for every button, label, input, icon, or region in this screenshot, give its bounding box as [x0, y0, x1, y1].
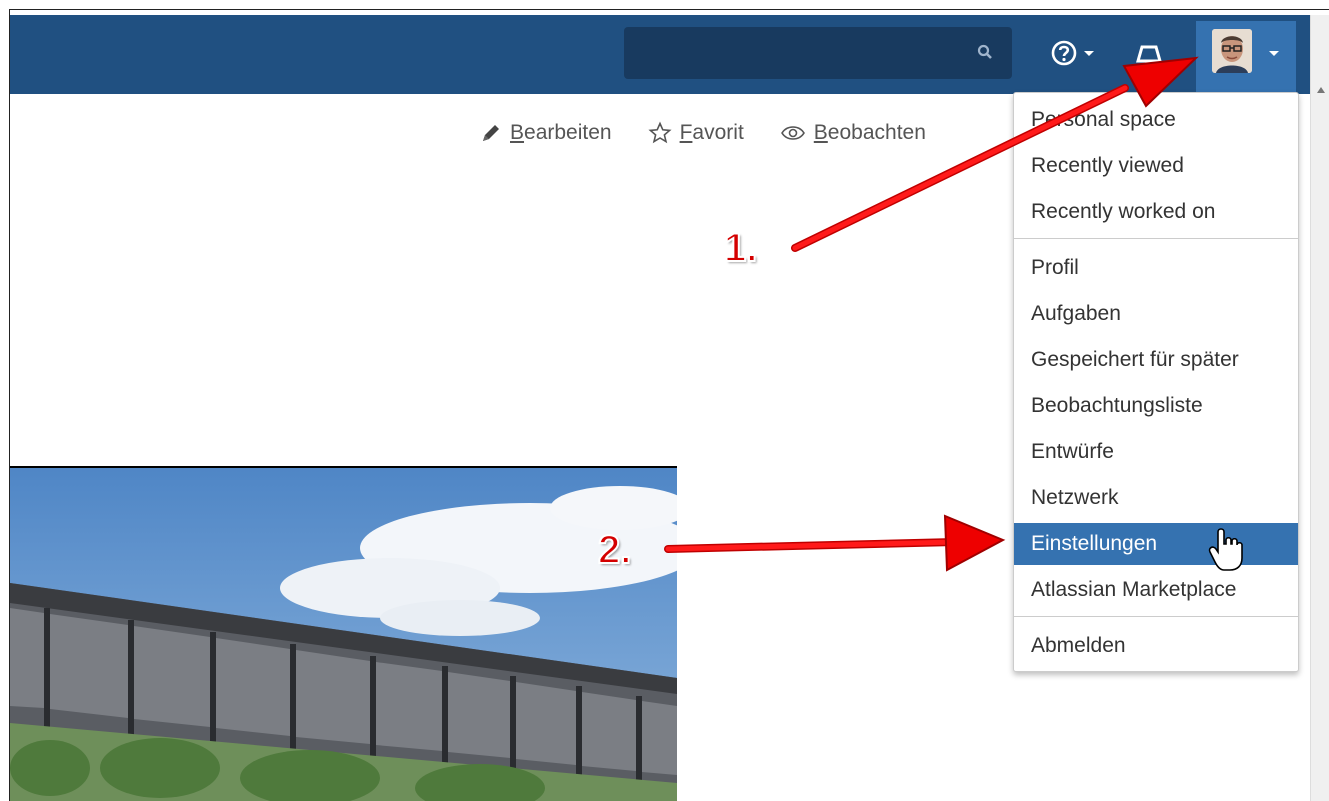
user-menu-button[interactable] — [1196, 21, 1296, 94]
annotation-step-1: 1. — [723, 225, 758, 271]
watch-label-access-key: B — [813, 121, 828, 144]
user-avatar — [1212, 29, 1252, 73]
search-field[interactable] — [624, 27, 1012, 79]
vertical-scrollbar[interactable] — [1310, 15, 1329, 801]
menu-divider — [1014, 616, 1298, 617]
menu-item-personal-space[interactable]: Personal space — [1014, 99, 1298, 141]
menu-item-recently-viewed[interactable]: Recently viewed — [1014, 145, 1298, 187]
help-menu-button[interactable] — [1050, 35, 1098, 71]
edit-label: earbeiten — [524, 121, 612, 144]
menu-divider — [1014, 238, 1298, 239]
menu-item-saved-for-later[interactable]: Gespeichert für später — [1014, 339, 1298, 381]
watch-button[interactable]: Beobachten — [780, 121, 926, 145]
menu-item-watchlist[interactable]: Beobachtungsliste — [1014, 385, 1298, 427]
scroll-up-arrow-icon[interactable] — [1317, 87, 1325, 93]
annotation-step-2: 2. — [597, 527, 632, 573]
menu-item-recently-worked-on[interactable]: Recently worked on — [1014, 191, 1298, 233]
user-dropdown-menu: Personal space Recently viewed Recently … — [1013, 92, 1299, 672]
menu-item-tasks[interactable]: Aufgaben — [1014, 293, 1298, 335]
chevron-down-icon — [1269, 51, 1279, 56]
menu-item-network[interactable]: Netzwerk — [1014, 477, 1298, 519]
star-icon — [648, 121, 672, 144]
page-actions-bar: Bearbeiten Favorit Beobachten — [480, 118, 962, 148]
pencil-icon — [483, 125, 499, 141]
watch-label: eobachten — [827, 121, 926, 144]
page-header-image — [10, 466, 677, 801]
chevron-down-icon — [1084, 50, 1094, 56]
edit-label-access-key: B — [510, 121, 525, 144]
favourite-button[interactable]: Favorit — [648, 121, 744, 145]
eye-icon — [780, 126, 805, 140]
favourite-label-access-key: F — [679, 121, 693, 144]
notification-bell-icon[interactable] — [1132, 37, 1166, 71]
top-navigation-bar — [10, 15, 1310, 94]
menu-item-atlassian-marketplace[interactable]: Atlassian Marketplace — [1014, 569, 1298, 611]
search-icon — [977, 44, 992, 59]
favourite-label: avorit — [692, 121, 744, 144]
browser-viewport: Bearbeiten Favorit Beobachten Personal s… — [9, 9, 1329, 801]
menu-item-profile[interactable]: Profil — [1014, 247, 1298, 289]
edit-button[interactable]: Bearbeiten — [480, 121, 612, 145]
menu-item-settings[interactable]: Einstellungen — [1014, 523, 1298, 565]
help-circle-icon — [1051, 40, 1077, 66]
menu-item-logout[interactable]: Abmelden — [1014, 625, 1298, 667]
menu-item-drafts[interactable]: Entwürfe — [1014, 431, 1298, 473]
